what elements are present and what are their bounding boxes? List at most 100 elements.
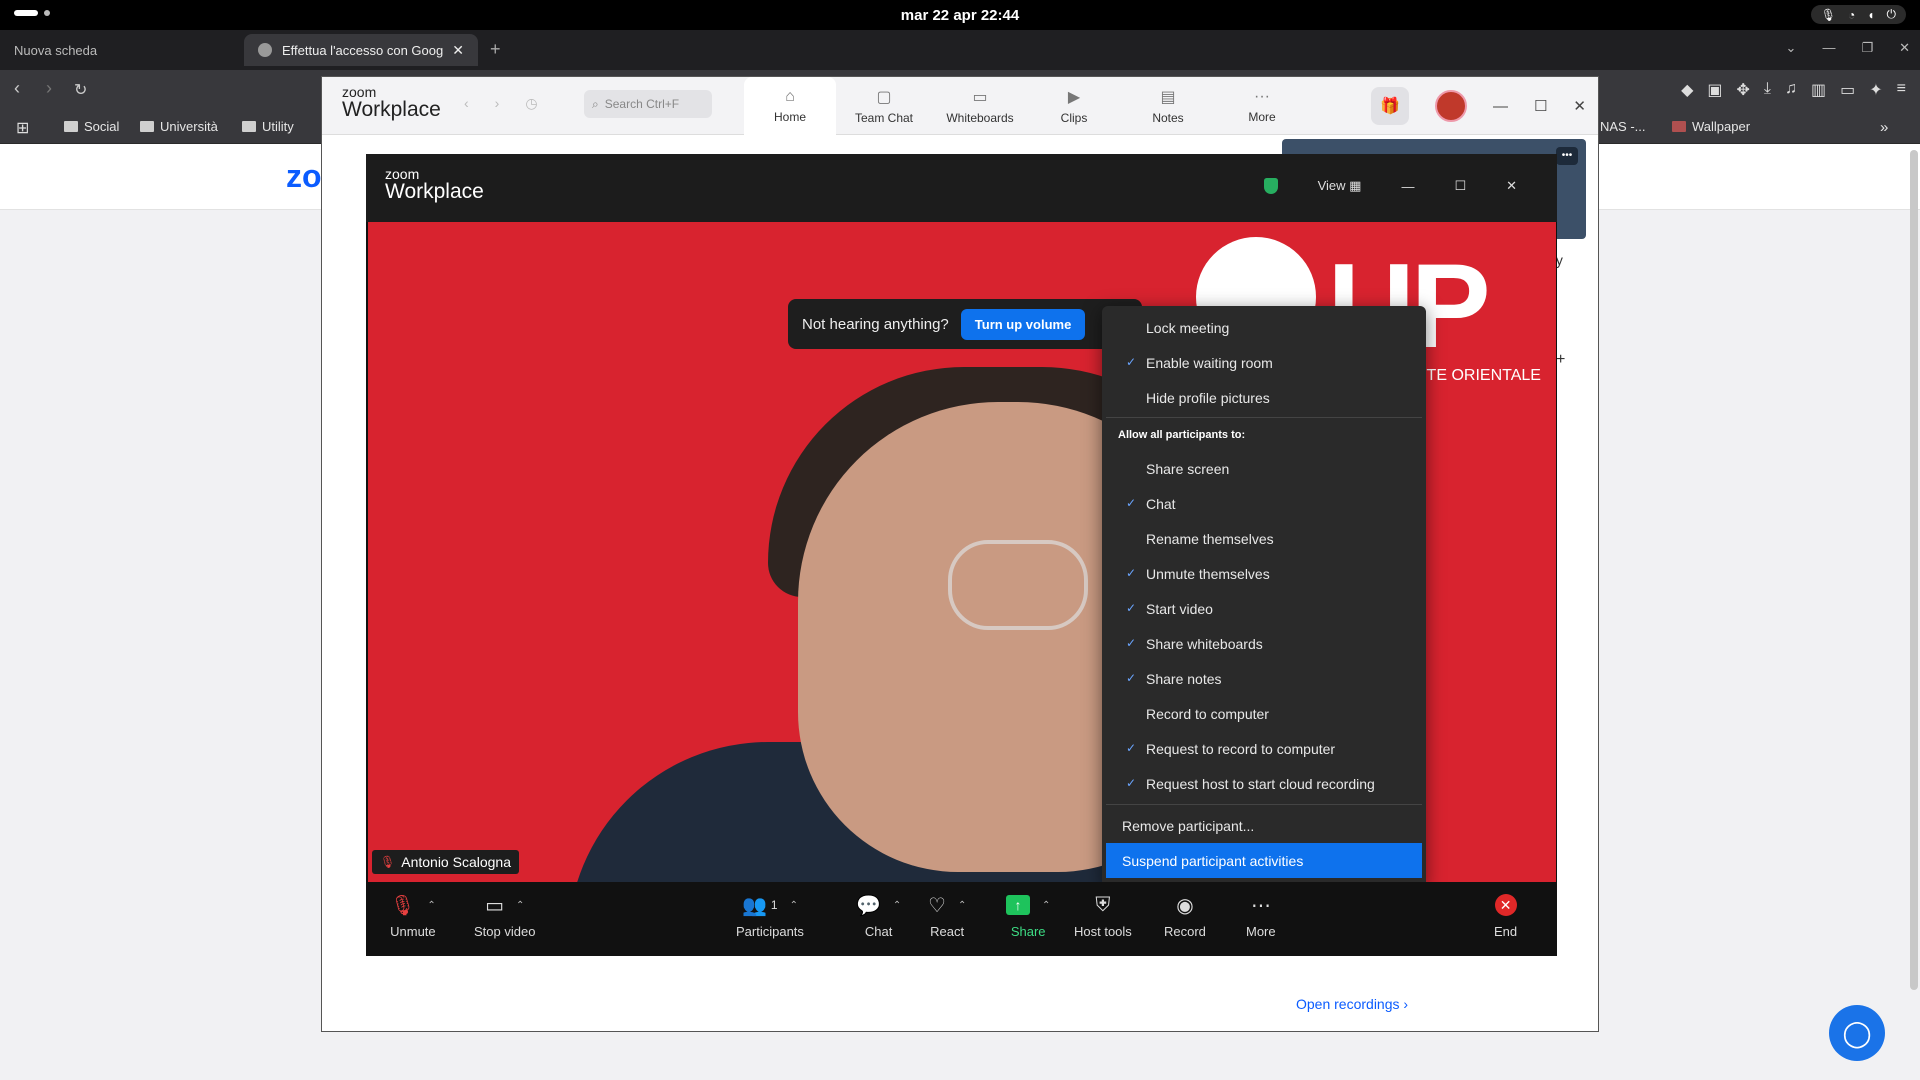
extension-icon[interactable]: ▣ <box>1707 80 1722 100</box>
turn-up-volume-button[interactable]: Turn up volume <box>960 308 1086 340</box>
menu-item-enable-waiting-room[interactable]: ✓ Enable waiting room <box>1106 345 1422 380</box>
media-icon[interactable]: ♫ <box>1785 80 1797 100</box>
security-shield-icon[interactable] <box>1263 178 1278 194</box>
menu-item-request-to-record-to-computer[interactable]: ✓ Request to record to computer <box>1106 731 1422 766</box>
close-icon[interactable]: ✕ <box>1573 97 1586 115</box>
zoom-web-logo: zo <box>286 158 322 194</box>
menu-item-unmute-themselves[interactable]: ✓ Unmute themselves <box>1106 556 1422 591</box>
apps-grid-icon[interactable]: ⊞ <box>16 118 29 138</box>
chat-button[interactable]: 💬 ⌃ Chat <box>856 892 901 940</box>
audio-toast: Not hearing anything? Turn up volume ✕ <box>788 299 1142 349</box>
zoom-workplace-logo: zoom Workplace <box>342 84 441 121</box>
forward-icon[interactable]: › <box>46 78 52 99</box>
volume-icon: ◖ <box>1867 7 1875 22</box>
download-icon[interactable]: ⤓ <box>1764 80 1771 100</box>
whiteboard-icon: ▭ <box>972 89 988 106</box>
zoom-search-input[interactable]: ⌕ Search Ctrl+F <box>584 90 712 118</box>
menu-item-rename-themselves[interactable]: Rename themselves <box>1106 521 1422 556</box>
tab-list-icon[interactable]: ⌄ <box>1786 40 1797 56</box>
support-chat-button[interactable]: ◯ <box>1829 1005 1885 1061</box>
restore-icon[interactable]: ❐ <box>1861 40 1873 56</box>
ai-icon[interactable]: ✦ <box>1869 80 1882 100</box>
tab-nuova-scheda[interactable]: Nuova scheda <box>0 34 242 66</box>
tab-notes[interactable]: ▤ Notes <box>1122 77 1214 135</box>
react-button[interactable]: ♡ ⌃ React <box>928 892 966 940</box>
menu-item-share-notes[interactable]: ✓ Share notes <box>1106 661 1422 696</box>
minimize-icon[interactable]: — <box>1401 179 1414 194</box>
close-icon[interactable]: ✕ <box>1506 178 1517 194</box>
bookmark-wallpaper[interactable]: Wallpaper <box>1672 119 1750 134</box>
audio-options-icon[interactable]: ⌃ <box>427 900 435 911</box>
zoom-forward-icon[interactable]: › <box>495 95 500 112</box>
wifi-icon: ◔ <box>1848 7 1856 22</box>
suspend-participant-activities-item[interactable]: Suspend participant activities <box>1106 843 1422 878</box>
tab-clips[interactable]: ▶ Clips <box>1028 77 1120 135</box>
sidebar-icon[interactable]: ▥ <box>1811 80 1826 100</box>
maximize-icon[interactable]: ☐ <box>1534 97 1547 115</box>
avatar[interactable] <box>1434 90 1467 122</box>
participant-name-tag: 🎙 Antonio Scalogna <box>372 850 519 874</box>
reload-icon[interactable]: ↻ <box>74 80 87 100</box>
wallet-icon[interactable]: ▭ <box>1840 80 1855 100</box>
menu-item-share-whiteboards[interactable]: ✓ Share whiteboards <box>1106 626 1422 661</box>
more-button[interactable]: ⋯ More <box>1246 892 1276 940</box>
zoom-app-header: zoom Workplace ‹ › ◷ ⌕ Search Ctrl+F ⌂ Ho… <box>322 77 1598 135</box>
minimize-icon[interactable]: — <box>1822 40 1835 56</box>
menu-item-lock-meeting[interactable]: Lock meeting <box>1106 310 1422 345</box>
bitwarden-icon[interactable]: ◆ <box>1681 80 1693 100</box>
participants-options-icon[interactable]: ⌃ <box>790 900 798 911</box>
share-button[interactable]: ↑ ⌃ Share <box>1006 892 1050 939</box>
participants-button[interactable]: 👥 1 ⌃ Participants <box>736 892 804 940</box>
close-window-icon[interactable]: ✕ <box>1899 40 1910 56</box>
folder-icon <box>64 121 78 132</box>
back-icon[interactable]: ‹ <box>14 78 20 99</box>
stop-video-button[interactable]: ▭ ⌃ Stop video <box>474 892 535 940</box>
system-tray[interactable]: 🎙 ◔ ◖ ⏻ <box>1810 5 1906 24</box>
add-icon[interactable]: + <box>1556 351 1565 369</box>
minimize-icon[interactable]: — <box>1493 98 1508 115</box>
history-icon[interactable]: ◷ <box>525 95 537 112</box>
menu-item-share-screen[interactable]: Share screen <box>1106 451 1422 486</box>
share-options-icon[interactable]: ⌃ <box>1042 900 1050 911</box>
tab-more[interactable]: ··· More <box>1216 77 1308 135</box>
card-more-icon[interactable]: ••• <box>1556 147 1578 165</box>
video-camera-icon: ▭ <box>485 894 504 917</box>
bookmark-utility[interactable]: Utility <box>242 119 294 134</box>
checkmark-icon: ✓ <box>1126 671 1137 685</box>
view-button[interactable]: View ▦ <box>1318 178 1362 194</box>
new-tab-button[interactable]: + <box>490 39 501 60</box>
record-button[interactable]: ◉ Record <box>1164 892 1206 940</box>
tab-team-chat[interactable]: ▢ Team Chat <box>838 77 930 135</box>
tab-whiteboards[interactable]: ▭ Whiteboards <box>934 77 1026 135</box>
bookmark-universita[interactable]: Università <box>140 119 218 134</box>
host-tools-menu: Lock meeting ✓ Enable waiting room Hide pro… <box>1102 306 1426 888</box>
remove-participant-item[interactable]: Remove participant... <box>1106 808 1422 843</box>
react-options-icon[interactable]: ⌃ <box>958 900 966 911</box>
maximize-icon[interactable]: ☐ <box>1454 178 1466 194</box>
tab-google-login[interactable]: Effettua l'accesso con Goog ✕ <box>244 34 478 66</box>
more-bookmarks-icon[interactable]: » <box>1880 119 1888 136</box>
bookmark-nas[interactable]: NAS -... <box>1600 119 1646 134</box>
open-recordings-link[interactable]: Open recordings › <box>1296 996 1408 1012</box>
checkmark-icon: ✓ <box>1126 636 1137 650</box>
bookmark-social[interactable]: Social <box>64 119 119 134</box>
host-tools-button[interactable]: ⛨ Host tools <box>1074 892 1132 940</box>
system-clock[interactable]: mar 22 apr 22:44 <box>0 7 1920 24</box>
menu-item-start-video[interactable]: ✓ Start video <box>1106 591 1422 626</box>
close-tab-icon[interactable]: ✕ <box>452 42 464 59</box>
puzzle-icon[interactable]: ✥ <box>1737 80 1750 100</box>
gift-icon[interactable]: 🎁 <box>1370 87 1409 125</box>
menu-item-request-host-to-start-cloud-recording[interactable]: ✓ Request host to start cloud recording <box>1106 766 1422 801</box>
page-scrollbar[interactable] <box>1910 150 1918 990</box>
end-meeting-button[interactable]: ✕ End <box>1494 892 1517 939</box>
menu-icon[interactable]: ≡ <box>1897 80 1906 100</box>
chat-options-icon[interactable]: ⌃ <box>893 900 901 911</box>
meeting-title-bar: zoom Workplace View ▦ — ☐ ✕ <box>366 154 1557 222</box>
unmute-button[interactable]: 🎙 ⌃ Unmute <box>390 892 436 940</box>
menu-item-hide-profile-pictures[interactable]: Hide profile pictures <box>1106 380 1422 415</box>
tab-home[interactable]: ⌂ Home <box>744 77 836 135</box>
video-options-icon[interactable]: ⌃ <box>516 900 524 911</box>
menu-item-chat[interactable]: ✓ Chat <box>1106 486 1422 521</box>
zoom-back-icon[interactable]: ‹ <box>464 95 469 112</box>
menu-item-record-to-computer[interactable]: Record to computer <box>1106 696 1422 731</box>
